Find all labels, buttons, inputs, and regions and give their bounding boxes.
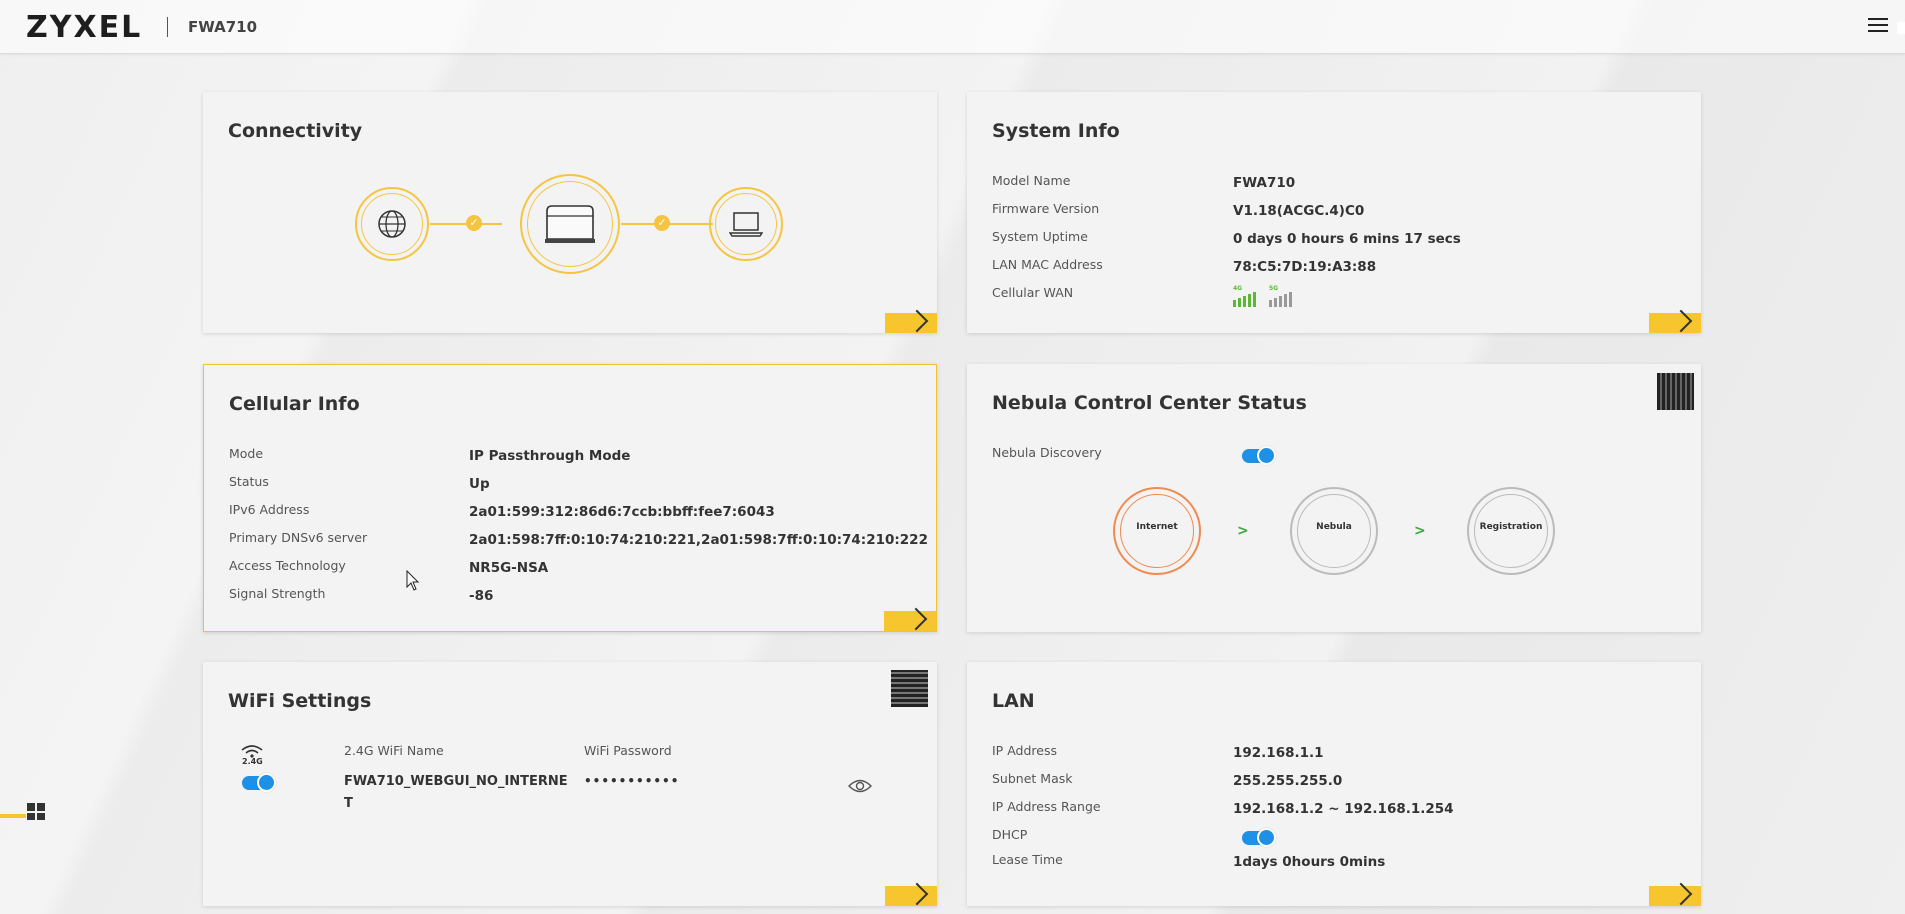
wifi-settings-more-button[interactable] — [885, 882, 937, 906]
nebula-status-node: Nebula — [1290, 487, 1378, 575]
row-value: 255.255.255.0 — [1233, 773, 1343, 789]
row-value: V1.18(ACGC.4)C0 — [1233, 203, 1365, 219]
row-label: Subnet Mask — [992, 771, 1073, 786]
4g-signal-icon — [1233, 292, 1256, 307]
cellular-info-more-button[interactable] — [884, 607, 936, 631]
check-icon: ✓ — [466, 215, 482, 231]
wifi-name-value-wrap: T — [344, 796, 353, 811]
menu-edge — [1897, 22, 1905, 34]
wifi-password-label: WiFi Password — [584, 743, 672, 758]
step-label: Internet — [1136, 522, 1178, 532]
row-label: Mode — [229, 446, 264, 461]
step-label: Registration — [1479, 522, 1543, 532]
wifi-settings-card: WiFi Settings 2.4G 2.4G WiFi Name FWA710… — [203, 662, 937, 906]
router-node[interactable] — [520, 174, 620, 274]
row-value: Up — [469, 476, 490, 492]
card-title: Cellular Info — [229, 393, 360, 415]
card-title: System Info — [992, 120, 1120, 142]
internet-node[interactable] — [355, 187, 429, 261]
row-label: Signal Strength — [229, 586, 326, 601]
row-value: NR5G-NSA — [469, 560, 549, 576]
system-info-more-button[interactable] — [1649, 309, 1701, 333]
mouse-cursor-icon — [406, 570, 420, 591]
dhcp-toggle[interactable] — [1242, 828, 1276, 847]
device-model-name: FWA710 — [188, 18, 258, 36]
row-value: 2a01:598:7ff:0:10:74:210:221,2a01:598:7f… — [469, 532, 928, 548]
nebula-discovery-label: Nebula Discovery — [992, 445, 1102, 460]
wifi-name-value: FWA710_WEBGUI_NO_INTERNE — [344, 774, 568, 789]
lan-card: LAN IP Address 192.168.1.1 Subnet Mask 2… — [967, 662, 1701, 906]
qr-code-icon[interactable] — [891, 670, 928, 707]
system-info-card: System Info Model Name FWA710 Firmware V… — [967, 92, 1701, 333]
wifi-icon — [241, 745, 263, 758]
nebula-discovery-toggle[interactable] — [1242, 446, 1276, 465]
row-label: Firmware Version — [992, 201, 1100, 216]
laptop-icon — [729, 212, 763, 237]
row-label: DHCP — [992, 827, 1028, 842]
5g-signal-icon — [1269, 292, 1292, 307]
row-value: FWA710 — [1233, 175, 1296, 191]
row-value: 192.168.1.1 — [1233, 745, 1324, 761]
row-value: -86 — [469, 588, 494, 604]
row-label: Lease Time — [992, 852, 1063, 867]
connectivity-more-button[interactable] — [885, 309, 937, 333]
row-label: Cellular WAN — [992, 285, 1074, 300]
row-label: Primary DNSv6 server — [229, 530, 368, 545]
4g-tag: 4G — [1233, 285, 1243, 292]
hamburger-menu-icon[interactable] — [1868, 18, 1888, 34]
lan-more-button[interactable] — [1649, 882, 1701, 906]
zyxel-logo[interactable]: ZYXEL — [26, 10, 142, 45]
nebula-status-card: Nebula Control Center Status Nebula Disc… — [967, 364, 1701, 632]
wifi-band-label: 2.4G — [242, 757, 263, 766]
registration-status-node: Registration — [1467, 487, 1555, 575]
row-label: IP Address Range — [992, 799, 1101, 814]
wifi-password-value: ••••••••••• — [584, 774, 680, 788]
card-title: Connectivity — [228, 120, 363, 142]
row-value: 2a01:599:312:86d6:7ccb:bbff:fee7:6043 — [469, 504, 775, 520]
5g-tag: 5G — [1269, 285, 1279, 292]
client-node[interactable] — [709, 187, 783, 261]
top-bar: ZYXEL FWA710 — [0, 0, 1905, 54]
check-icon: ✓ — [654, 215, 670, 231]
card-title: WiFi Settings — [228, 690, 372, 712]
row-label: LAN MAC Address — [992, 257, 1103, 272]
cellular-info-card: Cellular Info Mode IP Passthrough Mode S… — [203, 364, 937, 632]
qr-code-icon — [1657, 373, 1694, 410]
row-value: 78:C5:7D:19:A3:88 — [1233, 259, 1377, 275]
wifi-name-label: 2.4G WiFi Name — [344, 743, 444, 758]
row-label: Access Technology — [229, 558, 346, 573]
step-arrow-icon: > — [1414, 523, 1426, 539]
row-value: 1days 0hours 0mins — [1233, 854, 1386, 870]
connectivity-card: Connectivity ✓ ✓ — [203, 92, 937, 333]
globe-icon — [378, 210, 406, 238]
row-value: 192.168.1.2 ~ 192.168.1.254 — [1233, 801, 1454, 817]
row-value: IP Passthrough Mode — [469, 448, 631, 464]
row-label: IPv6 Address — [229, 502, 310, 517]
card-title: Nebula Control Center Status — [992, 392, 1307, 414]
row-value: 0 days 0 hours 6 mins 17 secs — [1233, 231, 1461, 247]
row-label: Model Name — [992, 173, 1071, 188]
router-icon — [545, 205, 595, 243]
widget-drawer-tab[interactable] — [0, 801, 45, 821]
internet-status-node: Internet — [1113, 487, 1201, 575]
step-label: Nebula — [1316, 522, 1352, 532]
card-title: LAN — [992, 690, 1035, 712]
row-label: IP Address — [992, 743, 1057, 758]
show-password-eye-icon[interactable] — [848, 778, 872, 794]
logo-divider — [167, 17, 168, 37]
row-label: Status — [229, 474, 269, 489]
wifi-enable-toggle[interactable] — [242, 773, 276, 792]
step-arrow-icon: > — [1237, 523, 1249, 539]
grid-icon — [26, 802, 45, 821]
row-label: System Uptime — [992, 229, 1088, 244]
